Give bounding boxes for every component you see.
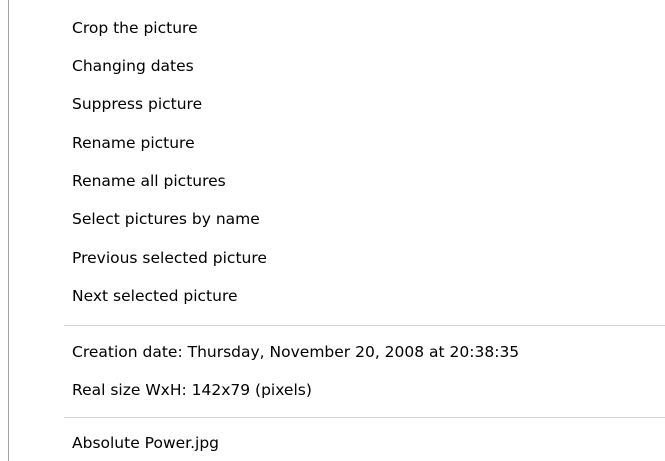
menu-item-changing-dates[interactable]: Changing dates [62, 48, 663, 84]
menu-item-rename-all-pictures[interactable]: Rename all pictures [62, 163, 663, 199]
menu-item-select-pictures-by-name[interactable]: Select pictures by name [62, 201, 663, 237]
menu-item-crop-picture[interactable]: Crop the picture [62, 10, 663, 46]
menu-gutter-line [8, 0, 9, 461]
menu-item-previous-selected-picture[interactable]: Previous selected picture [62, 240, 663, 276]
menu-item-next-selected-picture[interactable]: Next selected picture [62, 278, 663, 314]
menu-separator [64, 325, 665, 326]
menu-item-suppress-picture[interactable]: Suppress picture [62, 86, 663, 122]
real-size-info: Real size WxH: 142x79 (pixels) [72, 381, 312, 399]
file-name-info: Absolute Power.jpg [72, 434, 220, 452]
context-menu: Crop the picture Changing dates Suppress… [0, 0, 665, 461]
menu-item-rename-picture[interactable]: Rename picture [62, 125, 663, 161]
creation-date-info: Creation date: Thursday, November 20, 20… [72, 343, 520, 361]
menu-separator [64, 417, 665, 418]
